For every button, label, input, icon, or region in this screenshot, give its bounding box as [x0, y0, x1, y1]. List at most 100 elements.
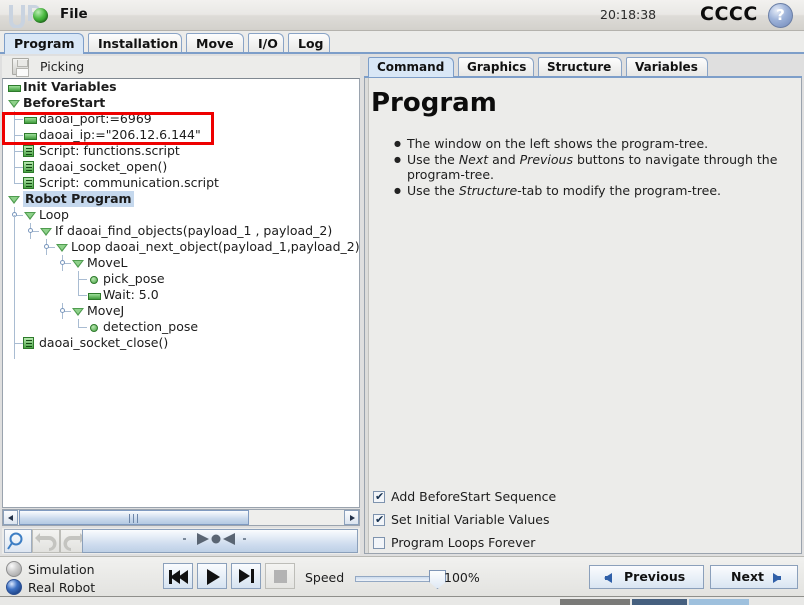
tab-installation[interactable]: Installation — [88, 33, 182, 54]
variable-icon[interactable] — [23, 111, 37, 127]
tree-item[interactable]: daoai_port:=6969 — [3, 111, 359, 127]
radio-label-real-robot[interactable]: Real Robot — [28, 580, 95, 595]
tree-item-label: Loop daoai_next_object(payload_1,payload… — [71, 239, 360, 254]
triangle-left-icon[interactable] — [3, 510, 18, 525]
tree-item[interactable]: pick_pose — [3, 271, 359, 287]
tree-expand-knob[interactable] — [28, 228, 33, 233]
tree-item[interactable]: Init Variables — [3, 79, 359, 95]
stop-button[interactable] — [265, 563, 295, 589]
expand-triangle-icon[interactable] — [71, 303, 85, 319]
tree-connector — [78, 327, 87, 328]
tab-program[interactable]: Program — [4, 33, 84, 54]
tree-item-label: daoai_port:=6969 — [39, 111, 152, 126]
ur-polyscope-window: File 20:18:38 CCCC ? Program Installatio… — [0, 0, 804, 605]
scrollbar-thumb[interactable] — [19, 510, 249, 525]
tree-item-label: Wait: 5.0 — [103, 287, 159, 302]
checkbox-set-initial-values[interactable]: Set Initial Variable Values — [373, 513, 549, 527]
tree-connector — [14, 183, 23, 184]
variable-icon[interactable] — [7, 79, 21, 95]
expand-triangle-icon[interactable] — [7, 191, 21, 207]
taskbar-item[interactable] — [632, 599, 687, 605]
tree-item[interactable]: If daoai_find_objects(payload_1 , payloa… — [3, 223, 359, 239]
clock-label: 20:18:38 — [600, 7, 657, 22]
speed-label: Speed — [305, 570, 345, 585]
previous-button[interactable]: Previous — [589, 565, 704, 589]
tree-item[interactable]: Wait: 5.0 — [3, 287, 359, 303]
script-icon[interactable] — [23, 337, 34, 349]
tree-item[interactable]: MoveJ — [3, 303, 359, 319]
expand-triangle-icon[interactable] — [71, 255, 85, 271]
page-title: Program — [371, 88, 497, 118]
expand-triangle-icon[interactable] — [39, 223, 53, 239]
program-name-label: Picking — [40, 59, 85, 74]
radio-label-simulation[interactable]: Simulation — [28, 562, 95, 577]
tree-item-label: Robot Program — [23, 191, 134, 207]
undo-arrow-icon[interactable] — [32, 529, 60, 553]
checkbox-add-beforestart[interactable]: Add BeforeStart Sequence — [373, 490, 556, 504]
tab-structure[interactable]: Structure — [538, 57, 622, 77]
triangle-right-icon[interactable] — [344, 510, 359, 525]
tree-connector — [14, 167, 23, 168]
tree-item-label: daoai_ip:="206.12.6.144" — [39, 127, 201, 142]
tree-item[interactable]: daoai_socket_open() — [3, 159, 359, 175]
tree-item[interactable]: daoai_ip:="206.12.6.144" — [3, 127, 359, 143]
variable-icon[interactable] — [87, 287, 101, 303]
tree-item[interactable]: Loop — [3, 207, 359, 223]
tree-item-label: daoai_socket_close() — [39, 335, 169, 350]
variable-icon[interactable] — [23, 127, 37, 143]
magnifier-icon[interactable] — [4, 529, 32, 553]
tree-connector — [14, 215, 15, 359]
tree-item[interactable]: BeforeStart — [3, 95, 359, 111]
program-tree-panel[interactable]: Init Variables BeforeStart daoai_port:=696… — [2, 78, 360, 508]
taskbar-item[interactable] — [560, 599, 630, 605]
next-button[interactable]: Next — [710, 565, 798, 589]
rewind-button[interactable] — [163, 563, 193, 589]
move-here-handle-icon[interactable] — [82, 529, 358, 553]
program-name-bar: Picking — [2, 56, 360, 78]
tree-item[interactable]: MoveL — [3, 255, 359, 271]
script-icon[interactable] — [23, 145, 34, 157]
tree-expand-knob[interactable] — [44, 244, 49, 249]
waypoint-dot-icon[interactable] — [87, 271, 101, 287]
taskbar-item[interactable] — [689, 599, 749, 605]
tree-expand-knob[interactable] — [60, 308, 65, 313]
tree-item[interactable]: detection_pose — [3, 319, 359, 335]
script-icon[interactable] — [23, 161, 34, 173]
tree-connector — [78, 295, 87, 296]
help-icon[interactable]: ? — [768, 3, 793, 28]
floppy-disk-icon[interactable] — [12, 58, 29, 77]
tree-expand-knob[interactable] — [60, 260, 65, 265]
step-forward-button[interactable] — [231, 563, 261, 589]
radio-real-robot[interactable] — [6, 579, 22, 595]
tree-horizontal-scrollbar[interactable] — [2, 509, 360, 526]
tree-item-label: Loop — [39, 207, 69, 222]
file-menu-label[interactable]: File — [60, 6, 88, 22]
tree-item[interactable]: Loop daoai_next_object(payload_1,payload… — [3, 239, 360, 255]
tab-io[interactable]: I/O — [248, 33, 284, 54]
tab-graphics[interactable]: Graphics — [458, 57, 534, 77]
tree-item[interactable]: Robot Program — [3, 191, 359, 207]
checkbox-checked-icon[interactable] — [373, 490, 385, 504]
expand-triangle-icon[interactable] — [7, 95, 21, 111]
tab-command[interactable]: Command — [368, 57, 454, 77]
brand-label: CCCC — [700, 3, 758, 25]
play-button[interactable] — [197, 563, 227, 589]
script-icon[interactable] — [23, 177, 34, 189]
tree-item[interactable]: daoai_socket_close() — [3, 335, 359, 351]
tab-log[interactable]: Log — [288, 33, 330, 54]
waypoint-dot-icon[interactable] — [87, 319, 101, 335]
radio-simulation[interactable] — [6, 561, 22, 577]
tree-item[interactable]: Script: functions.script — [3, 143, 359, 159]
expand-triangle-icon[interactable] — [23, 207, 37, 223]
expand-triangle-icon[interactable] — [55, 239, 69, 255]
speed-slider-track[interactable] — [355, 576, 440, 582]
tree-item-label: Init Variables — [23, 79, 117, 94]
tab-variables[interactable]: Variables — [626, 57, 708, 77]
tab-move[interactable]: Move — [186, 33, 244, 54]
checkbox-checked-icon[interactable] — [373, 513, 385, 527]
tree-item[interactable]: Script: communication.script — [3, 175, 359, 191]
checkbox-loops-forever[interactable]: Program Loops Forever — [373, 536, 535, 550]
next-button-label: Next — [731, 569, 764, 584]
file-menu-ball-icon[interactable] — [33, 8, 48, 23]
checkbox-unchecked-icon[interactable] — [373, 537, 385, 549]
